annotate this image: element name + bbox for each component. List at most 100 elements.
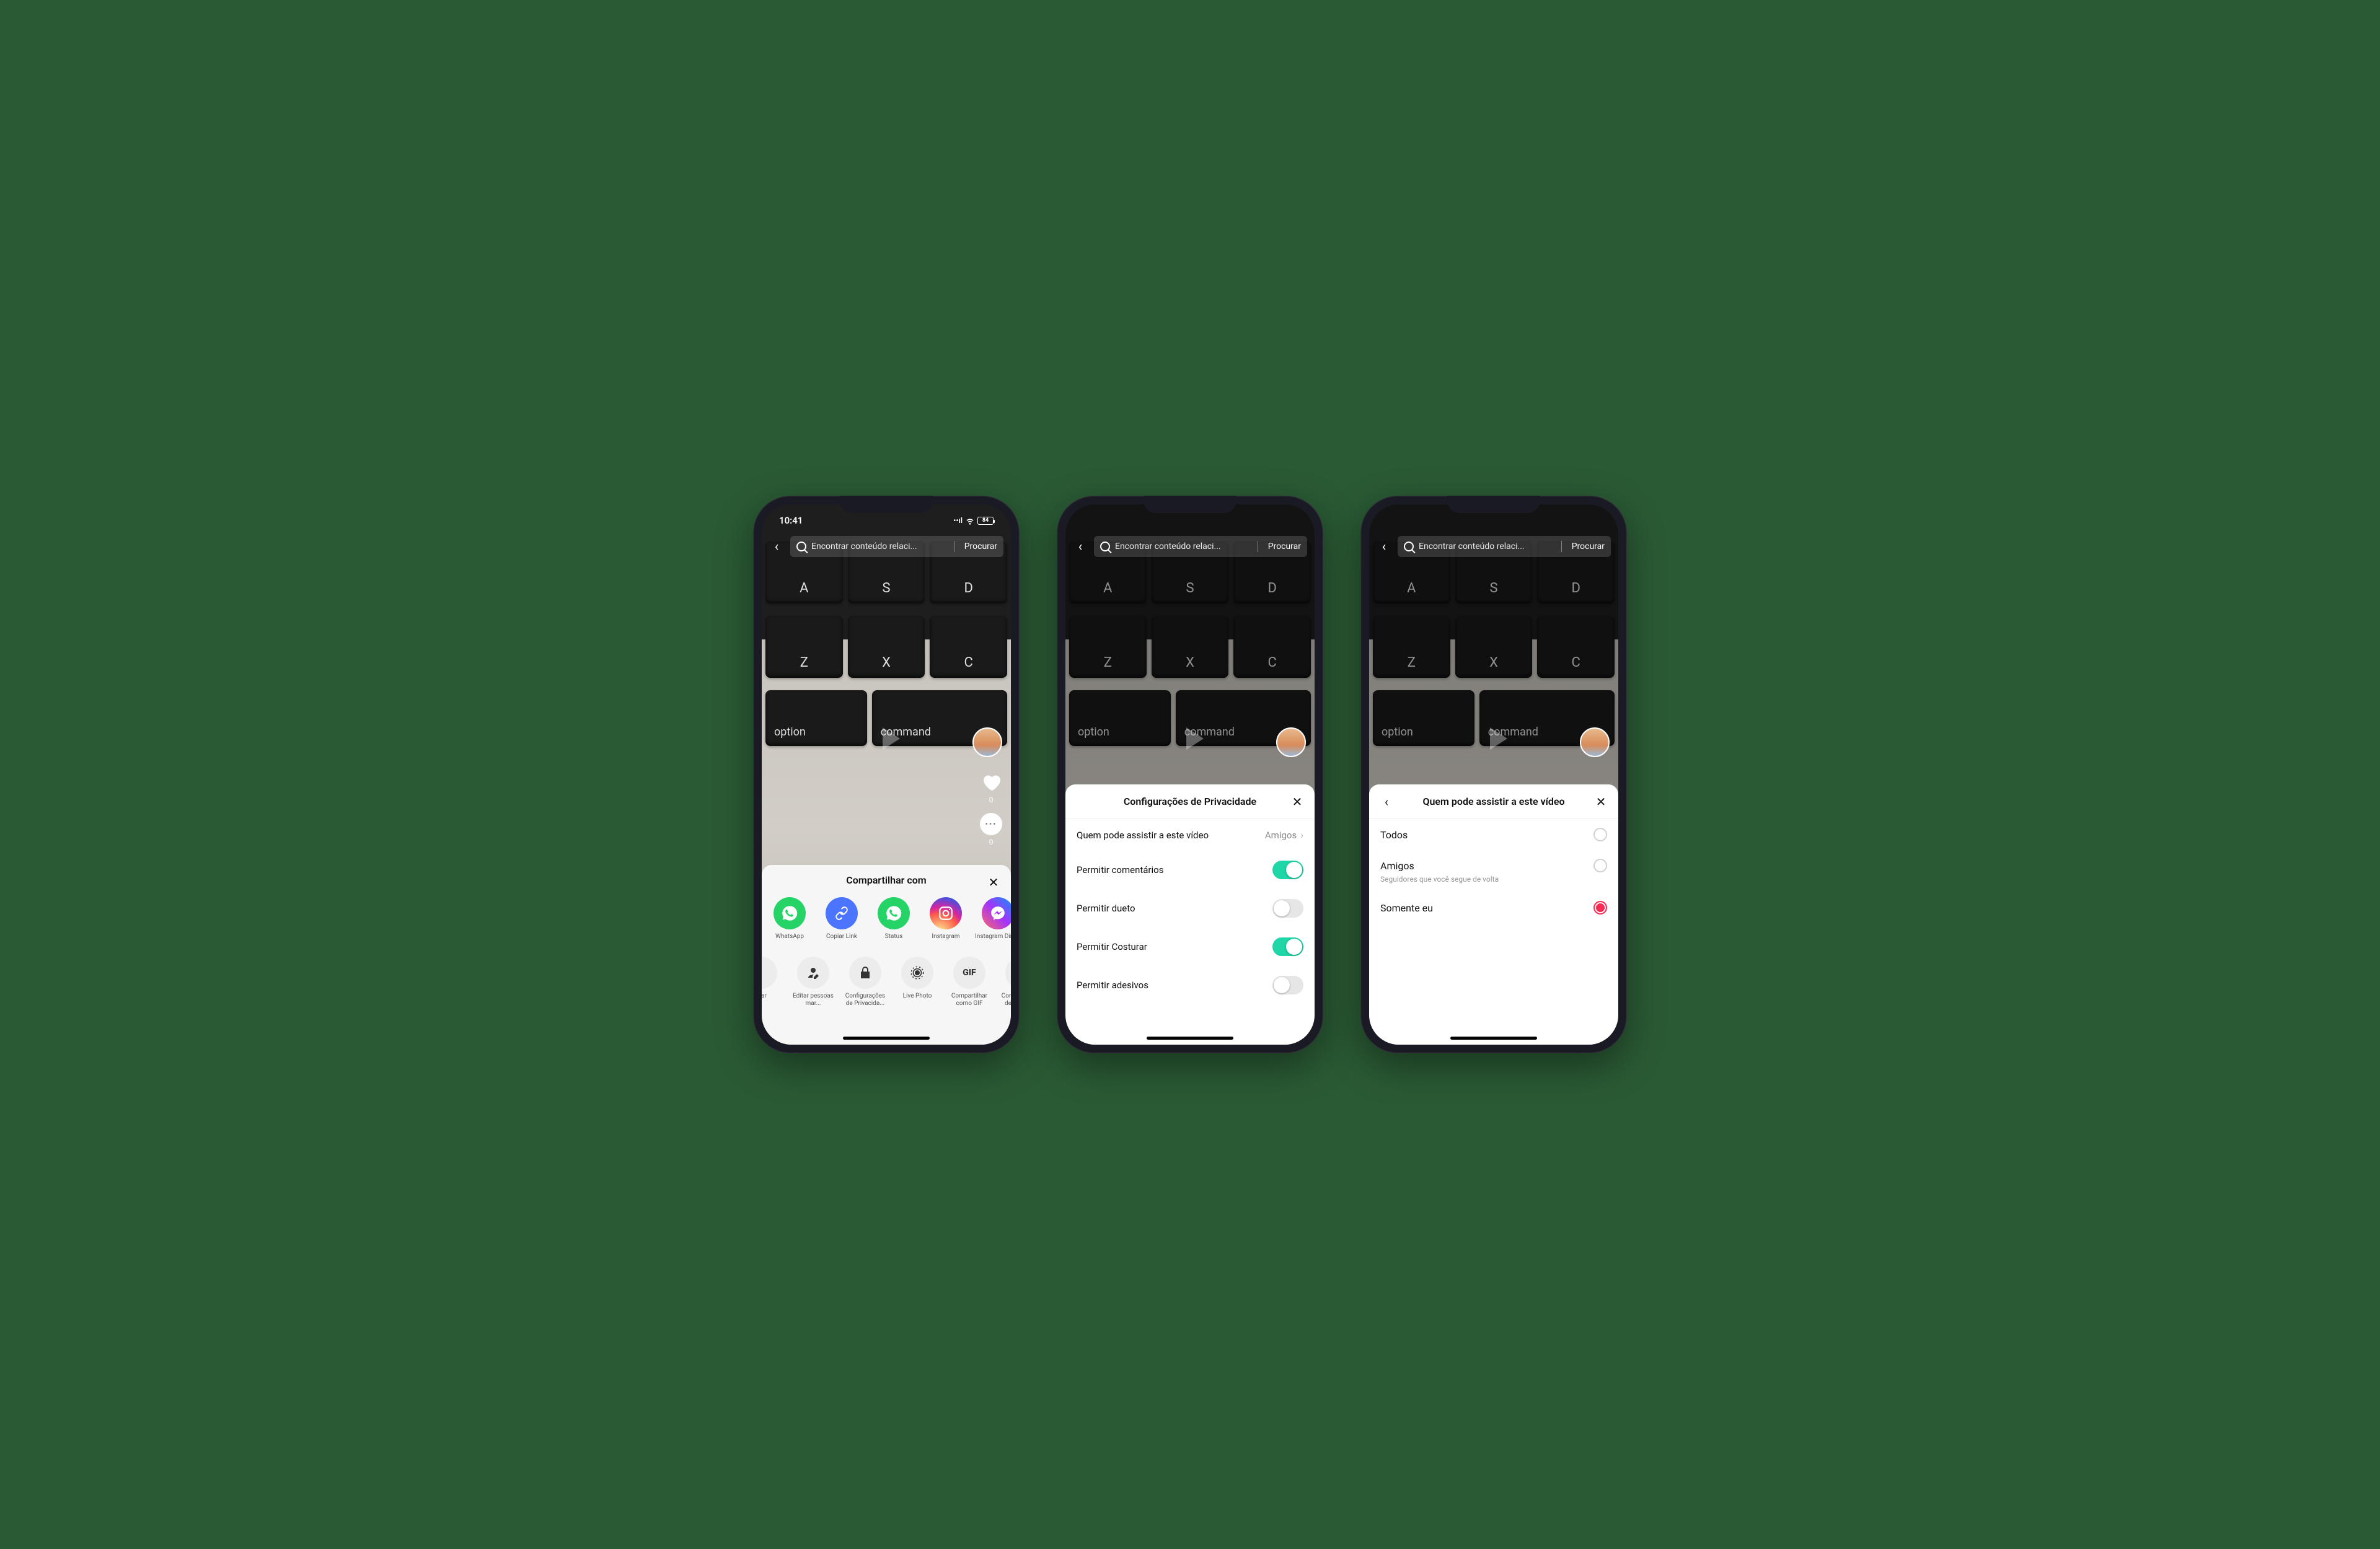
top-bar: ‹ Encontrar conteúdo relaci... Procurar [1369, 533, 1618, 560]
share-status[interactable]: Status [871, 897, 917, 948]
action-label: urar [762, 993, 767, 1007]
screen-3: ASD ZXC optioncommand ‹ Encontrar conteú… [1369, 504, 1618, 1045]
whatsapp-status-icon [878, 897, 910, 929]
home-indicator[interactable] [1147, 1037, 1233, 1040]
toggle-stickers[interactable] [1272, 976, 1303, 994]
notch [1144, 496, 1236, 513]
livephoto-icon [901, 957, 933, 989]
row-label: Quem pode assistir a este vídeo [1077, 830, 1209, 841]
search-button-text[interactable]: Procurar [1572, 542, 1605, 551]
sheet-title: Quem pode assistir a este vídeo [1422, 796, 1564, 807]
action-label: Configurações de Privacida... [842, 993, 888, 1007]
radio-icon[interactable] [1593, 859, 1607, 872]
action-edit-tagged[interactable]: Editar pessoas mar... [790, 957, 836, 1007]
profile-avatar[interactable] [972, 727, 1002, 757]
share-targets-row[interactable]: WhatsApp Copiar Link Status Instagram In… [762, 895, 1011, 954]
audience-sheet: ‹ Quem pode assistir a este vídeo ✕ Todo… [1369, 784, 1618, 1045]
like-icon[interactable] [980, 771, 1002, 793]
home-indicator[interactable] [843, 1037, 930, 1040]
option-label: Todos [1380, 829, 1408, 841]
close-icon[interactable]: ✕ [1290, 794, 1305, 809]
profile-avatar[interactable] [1580, 727, 1610, 757]
back-button[interactable]: ‹ [1073, 539, 1088, 555]
close-icon[interactable]: ✕ [1593, 794, 1608, 809]
option-everyone[interactable]: Todos [1369, 819, 1618, 850]
toggle-comments[interactable] [1272, 861, 1303, 879]
option-only-me[interactable]: Somente eu [1369, 892, 1618, 923]
sheet-title: Configurações de Privacidade [1124, 796, 1256, 807]
share-copy-link[interactable]: Copiar Link [819, 897, 865, 948]
action-ad-settings[interactable]: Configurações de anúncios [998, 957, 1011, 1007]
play-icon[interactable] [1186, 727, 1204, 750]
share-actions-row[interactable]: urar Editar pessoas mar... Configurações… [762, 954, 1011, 1014]
comment-icon[interactable]: ••• [980, 813, 1002, 835]
like-count: 0 [989, 796, 994, 804]
row-audience[interactable]: Quem pode assistir a este vídeo Amigos› [1065, 819, 1315, 851]
comment-count: 0 [989, 838, 994, 846]
toggle-duet[interactable] [1272, 899, 1303, 918]
play-icon[interactable] [1490, 727, 1507, 750]
notch [840, 496, 933, 513]
lock-icon [849, 957, 881, 989]
row-value: Amigos› [1265, 829, 1303, 841]
phone-frame-2: ASD ZXC optioncommand ‹ Encontrar conteú… [1057, 496, 1323, 1053]
radio-icon[interactable] [1593, 828, 1607, 841]
row-label: Permitir comentários [1077, 864, 1163, 875]
action-privacy-settings[interactable]: Configurações de Privacida... [842, 957, 888, 1007]
screen-2: ASD ZXC optioncommand ‹ Encontrar conteú… [1065, 504, 1315, 1045]
share-whatsapp[interactable]: WhatsApp [767, 897, 813, 948]
top-bar: ‹ Encontrar conteúdo relaci... Procurar [762, 533, 1011, 560]
search-placeholder: Encontrar conteúdo relaci... [1419, 542, 1551, 551]
row-label: Permitir dueto [1077, 903, 1135, 914]
key: X [848, 616, 925, 678]
share-label: Status [885, 933, 903, 948]
play-icon[interactable] [883, 727, 900, 750]
signal-icon: ••ıl [953, 516, 963, 525]
option-subtitle: Seguidores que você segue de volta [1380, 875, 1607, 884]
action-live-photo[interactable]: Live Photo [894, 957, 940, 1007]
search-bar[interactable]: Encontrar conteúdo relaci... Procurar [790, 536, 1003, 557]
row-allow-duet: Permitir dueto [1065, 889, 1315, 928]
link-icon [826, 897, 858, 929]
row-label: Permitir adesivos [1077, 980, 1148, 991]
close-icon[interactable]: ✕ [986, 875, 1001, 890]
radio-icon[interactable] [1593, 901, 1607, 915]
chevron-right-icon: › [1300, 829, 1303, 841]
action-label: Compartilhar como GIF [946, 993, 992, 1007]
toggle-stitch[interactable] [1272, 937, 1303, 956]
home-indicator[interactable] [1450, 1037, 1537, 1040]
battery-icon: 84 [977, 517, 994, 525]
share-sheet-title: Compartilhar com [846, 874, 926, 886]
privacy-settings-sheet: Configurações de Privacidade ✕ Quem pode… [1065, 784, 1315, 1045]
notch [1447, 496, 1540, 513]
phone-frame-3: ASD ZXC optioncommand ‹ Encontrar conteú… [1360, 496, 1627, 1053]
share-instagram[interactable]: Instagram [923, 897, 969, 948]
back-button[interactable]: ‹ [1377, 539, 1391, 555]
status-right: ••ıl 84 [953, 516, 994, 525]
share-label: Copiar Link [826, 933, 857, 948]
action-label: Configurações de anúncios [998, 993, 1011, 1007]
option-label: Somente eu [1380, 902, 1433, 914]
search-button-text[interactable]: Procurar [1268, 542, 1301, 551]
screen-1: ASD ZXC optioncommand 10:41 ••ıl 84 ‹ En… [762, 504, 1011, 1045]
search-icon [796, 542, 806, 551]
back-button[interactable]: ‹ [769, 539, 784, 555]
action-share-gif[interactable]: GIF Compartilhar como GIF [946, 957, 992, 1007]
search-bar[interactable]: Encontrar conteúdo relaci... Procurar [1398, 536, 1611, 557]
profile-avatar[interactable] [1276, 727, 1306, 757]
key-option: option [765, 690, 867, 746]
search-bar[interactable]: Encontrar conteúdo relaci... Procurar [1094, 536, 1307, 557]
row-allow-comments: Permitir comentários [1065, 851, 1315, 889]
action-partial[interactable]: urar [762, 957, 784, 1007]
search-placeholder: Encontrar conteúdo relaci... [1115, 542, 1248, 551]
whatsapp-icon [774, 897, 806, 929]
search-button-text[interactable]: Procurar [964, 542, 997, 551]
person-edit-icon [797, 957, 829, 989]
sheet-back-button[interactable]: ‹ [1379, 794, 1394, 809]
status-time: 10:41 [779, 515, 803, 526]
messenger-icon [982, 897, 1011, 929]
option-friends[interactable]: Amigos Seguidores que você segue de volt… [1369, 850, 1618, 892]
share-instagram-direct[interactable]: Instagram Direct [975, 897, 1011, 948]
wifi-icon [965, 516, 975, 525]
ad-settings-icon [1005, 957, 1011, 989]
